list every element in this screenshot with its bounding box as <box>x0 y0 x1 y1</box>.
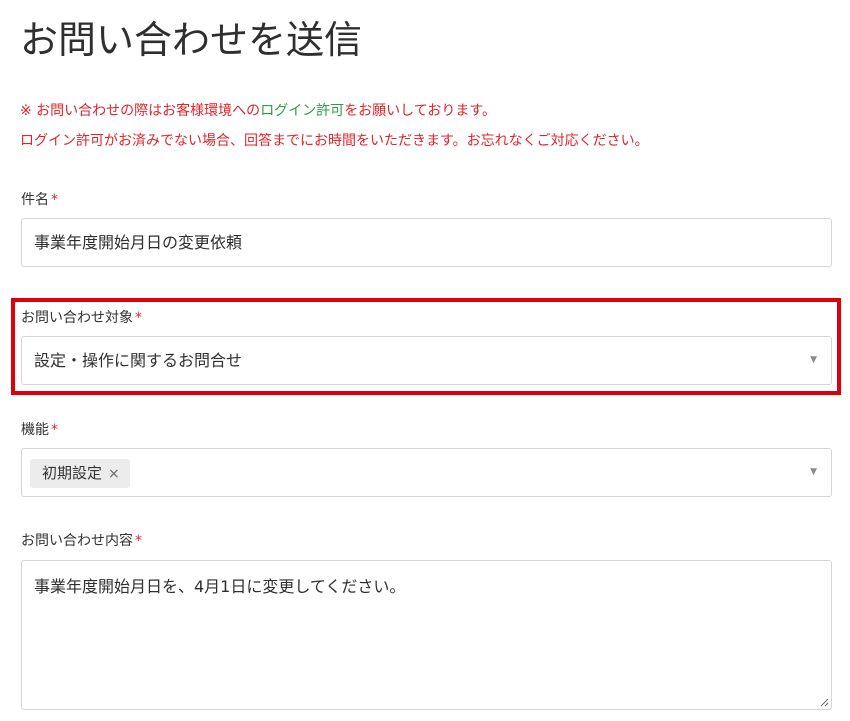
notice-line-2: ログイン許可がお済みでない場合、回答までにお時間をいただきます。お忘れなくご対応… <box>20 133 649 149</box>
inquiry-target-label: お問い合わせ対象 * <box>21 308 142 328</box>
notice-text-before: ※ お問い合わせの際はお客様環境への <box>20 103 261 119</box>
inquiry-target-select[interactable]: 設定・操作に関するお問合せ ▼ <box>21 336 832 385</box>
required-mark: * <box>51 192 58 208</box>
chevron-down-icon[interactable]: ▼ <box>810 449 817 496</box>
inquiry-target-label-text: お問い合わせ対象 <box>21 310 133 326</box>
required-mark: * <box>135 310 142 326</box>
subject-input-value: 事業年度開始月日の変更依頼 <box>34 233 243 252</box>
notice-text-after: をお願いしております。 <box>344 103 496 119</box>
subject-label-text: 件名 <box>21 192 49 208</box>
required-mark: * <box>51 422 58 438</box>
content-textarea-value: 事業年度開始月日を、4月1日に変更してください。 <box>34 577 406 596</box>
content-textarea[interactable]: 事業年度開始月日を、4月1日に変更してください。 <box>21 560 832 710</box>
function-multiselect[interactable]: 初期設定 × ▼ <box>21 448 832 497</box>
function-label-text: 機能 <box>21 422 49 438</box>
subject-label: 件名 * <box>21 190 58 210</box>
login-permission-link[interactable]: ログイン許可 <box>260 103 344 119</box>
tag-remove-icon[interactable]: × <box>108 466 120 482</box>
subject-input[interactable]: 事業年度開始月日の変更依頼 <box>21 218 832 267</box>
required-mark: * <box>135 533 142 549</box>
chevron-down-icon[interactable]: ▼ <box>810 337 817 384</box>
selected-tag-label: 初期設定 <box>42 464 103 482</box>
notice-line-1: ※ お問い合わせの際はお客様環境へのログイン許可をお願いしております。 <box>20 101 496 121</box>
content-label-text: お問い合わせ内容 <box>21 533 133 549</box>
page-title: お問い合わせを送信 <box>20 18 363 62</box>
selected-tag: 初期設定 × <box>30 459 130 488</box>
function-label: 機能 * <box>21 420 58 440</box>
resize-grip-icon[interactable] <box>819 697 829 707</box>
content-label: お問い合わせ内容 * <box>21 531 142 551</box>
inquiry-target-selected-value: 設定・操作に関するお問合せ <box>34 351 243 370</box>
